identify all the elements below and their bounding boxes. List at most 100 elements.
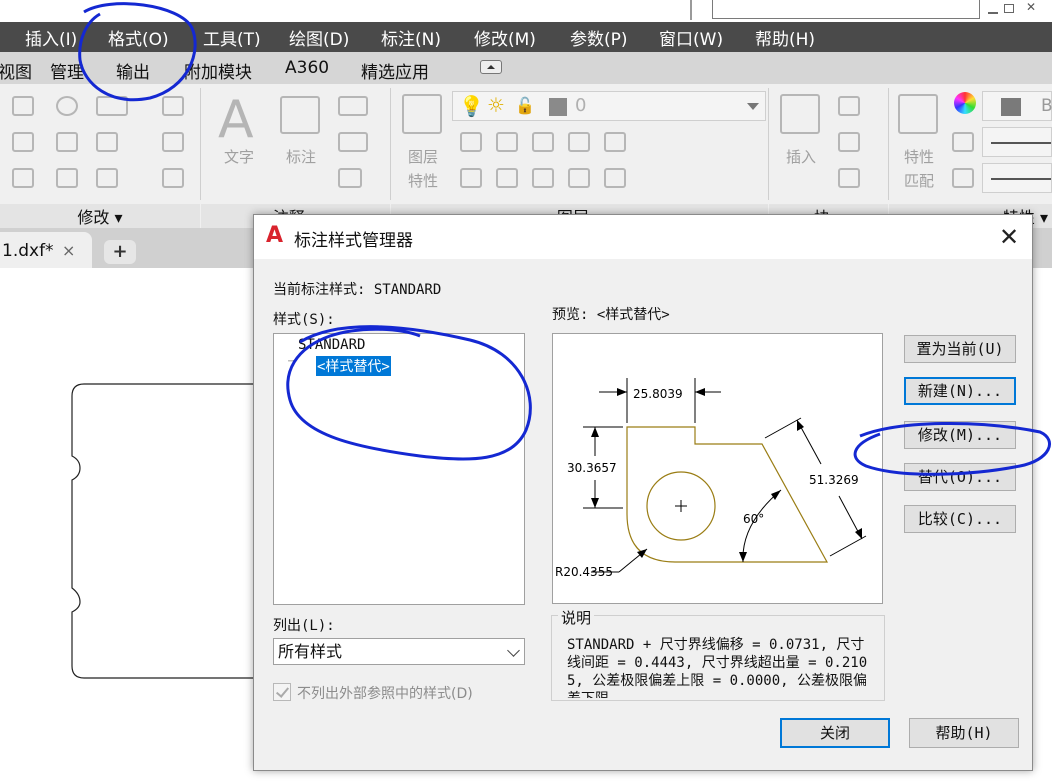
modify-style-button[interactable]: 修改(M)... [904,421,1016,449]
close-icon[interactable]: × [62,241,75,260]
layer-dropdown[interactable]: 0 💡 ☼ 🔓 [452,91,766,121]
stretch-icon[interactable] [12,168,34,188]
list-item[interactable]: STANDARD [298,337,365,353]
layer-tool-icon[interactable] [604,168,626,188]
match-properties-icon[interactable] [898,94,938,134]
match-label-2[interactable]: 匹配 [894,170,944,192]
panel-separator [390,88,391,200]
color-dropdown[interactable]: By [982,91,1052,121]
description-text: STANDARD + 尺寸界线偏移 = 0.0731, 尺寸线间距 = 0.44… [567,637,868,698]
dim-text-angle: 60° [743,512,764,526]
create-block-icon[interactable] [838,96,860,116]
linetype-dropdown[interactable] [982,163,1052,193]
move-icon[interactable] [12,96,34,116]
scale-icon[interactable] [56,168,78,188]
list-label: 列出(L): [273,618,335,634]
text-button-label[interactable]: 文字 [214,146,264,168]
layer-tool-icon[interactable] [532,132,554,152]
lightbulb-icon[interactable]: 💡 [459,94,484,118]
tab-output[interactable]: 输出 [116,58,150,83]
color-wheel-icon[interactable] [954,92,976,114]
styles-list[interactable]: STANDARD ⋯ <样式替代> [273,333,525,605]
layer-tool-icon[interactable] [532,168,554,188]
linetype-icon[interactable] [952,168,974,188]
doc-tab[interactable]: 1.dxf* × [0,232,92,268]
chevron-down-icon [507,644,520,657]
edit-block-icon[interactable] [838,132,860,152]
set-current-button[interactable]: 置为当前(U) [904,335,1016,363]
panel-title-modify[interactable]: 修改 ▾ [0,204,200,228]
help-button[interactable]: 帮助(H) [909,718,1019,748]
lock-icon[interactable]: 🔓 [515,96,535,115]
linear-dim-icon[interactable] [338,96,368,116]
layer-tool-icon[interactable] [496,132,518,152]
autocad-logo-icon: A [266,223,284,248]
tab-manage[interactable]: 管理 [50,58,84,83]
tab-featured-apps[interactable]: 精选应用 [361,58,429,83]
menu-format[interactable]: 格式(O) [108,25,169,50]
panel-title-text: 修改 [77,208,110,227]
autocad-window: ✕ 插入(I) 格式(O) 工具(T) 绘图(D) 标注(N) 修改(M) 参数… [0,0,1052,781]
lineweight-dropdown[interactable] [982,127,1052,157]
dimension-button-label[interactable]: 标注 [276,146,326,168]
array-icon[interactable] [96,168,118,188]
erase-icon[interactable] [162,96,184,116]
mirror-icon[interactable] [56,132,78,152]
menu-parameters[interactable]: 参数(P) [570,25,628,50]
explode-icon[interactable] [162,132,184,152]
menu-insert[interactable]: 插入(I) [25,25,77,50]
text-icon[interactable]: A [218,90,254,150]
title-search-box[interactable] [712,0,980,19]
layer-tool-icon[interactable] [568,168,590,188]
insert-block-icon[interactable] [780,94,820,134]
insert-button-label[interactable]: 插入 [776,146,826,168]
tab-addins[interactable]: 附加模块 [184,58,252,83]
layer-tool-icon[interactable] [604,132,626,152]
layer-tool-icon[interactable] [460,168,482,188]
match-label-1[interactable]: 特性 [894,146,944,168]
ribbon-tabs: 视图 管理 输出 附加模块 A360 精选应用 [0,52,1052,84]
table-icon[interactable] [338,168,362,188]
close-icon[interactable]: ✕ [992,221,1026,253]
layer-properties-icon[interactable] [402,94,442,134]
dimension-icon[interactable] [280,96,320,134]
menu-window[interactable]: 窗口(W) [659,25,723,50]
menu-help[interactable]: 帮助(H) [755,25,815,50]
styles-label: 样式(S): [273,312,335,328]
layer-tool-icon[interactable] [496,168,518,188]
compare-style-button[interactable]: 比较(C)... [904,505,1016,533]
layer-props-label-2[interactable]: 特性 [398,170,448,192]
minimize-icon[interactable] [988,6,998,14]
layer-props-label-1[interactable]: 图层 [398,146,448,168]
override-style-button[interactable]: 替代(O)... [904,463,1016,491]
close-button[interactable]: 关闭 [780,718,890,748]
attribute-icon[interactable] [838,168,860,188]
rotate-icon[interactable] [56,96,78,116]
new-tab-button[interactable]: + [104,240,136,264]
dim-text-radius: R20.4355 [555,565,613,579]
drawing-shape [71,383,260,679]
sun-icon[interactable]: ☼ [487,93,505,117]
menu-dimension[interactable]: 标注(N) [381,25,441,50]
no-xref-checkbox[interactable] [273,683,291,701]
tree-connector: ⋯ [288,356,295,367]
tab-a360[interactable]: A360 [285,58,329,78]
menu-modify[interactable]: 修改(M) [474,25,536,50]
menu-tools[interactable]: 工具(T) [203,25,261,50]
lineweight-icon[interactable] [952,132,974,152]
ribbon-toggle-button[interactable] [480,60,502,74]
offset-icon[interactable] [162,168,184,188]
maximize-icon[interactable] [1004,4,1014,13]
close-window-icon[interactable]: ✕ [1026,0,1036,14]
new-style-button[interactable]: 新建(N)... [904,377,1016,405]
leader-icon[interactable] [338,132,368,152]
tab-view[interactable]: 视图 [0,58,32,83]
list-filter-select[interactable]: 所有样式 [273,638,525,665]
layer-tool-icon[interactable] [568,132,590,152]
copy-icon[interactable] [12,132,34,152]
list-item-selected[interactable]: <样式替代> [316,356,391,376]
menu-draw[interactable]: 绘图(D) [289,25,349,50]
fillet-icon[interactable] [96,132,118,152]
trim-icon[interactable] [96,96,128,116]
layer-tool-icon[interactable] [460,132,482,152]
